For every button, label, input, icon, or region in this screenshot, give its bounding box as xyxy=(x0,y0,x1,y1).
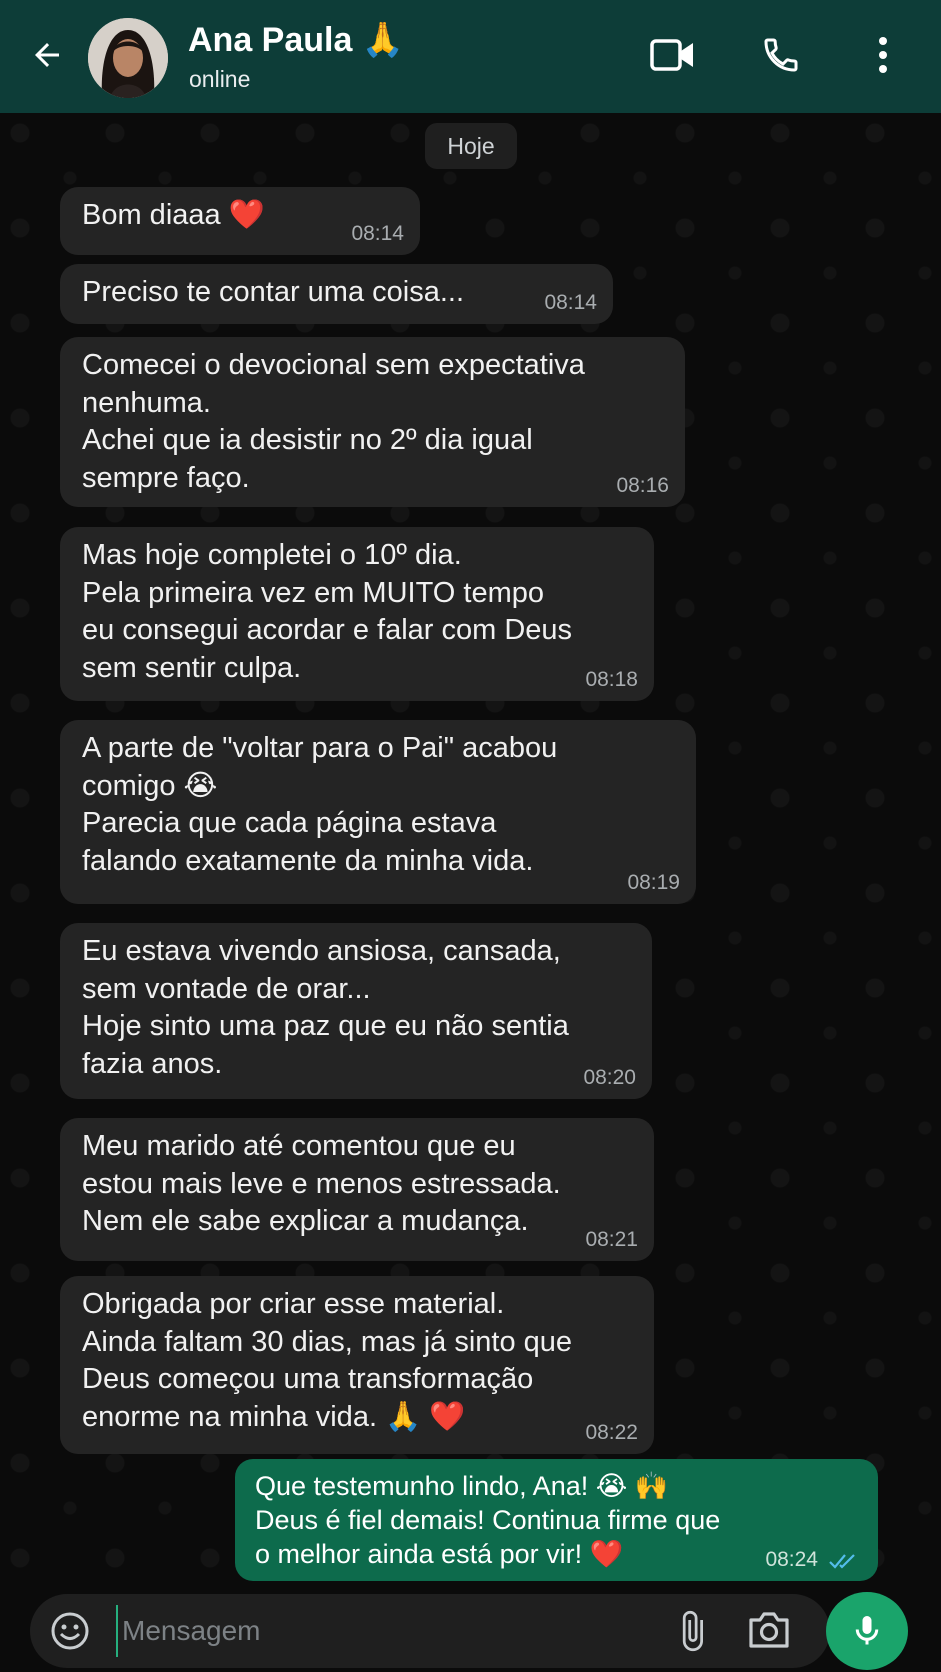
praying-hands-emoji: 🙏 xyxy=(361,20,405,60)
voice-call-button[interactable] xyxy=(756,30,806,80)
video-call-button[interactable] xyxy=(648,30,698,80)
message-input[interactable] xyxy=(116,1605,636,1657)
message-bubble-in[interactable]: Eu estava vivendo ansiosa, cansada, sem … xyxy=(60,923,652,1099)
camera-button[interactable] xyxy=(745,1608,793,1654)
message-time: 08:24 xyxy=(765,1548,818,1571)
camera-icon xyxy=(749,1612,789,1648)
message-bubble-in[interactable]: Mas hoje completei o 10º dia. Pela prime… xyxy=(60,527,654,701)
message-bubble-in[interactable]: Bom diaaa ❤️ 08:14 xyxy=(60,187,420,255)
voice-record-button[interactable] xyxy=(826,1592,908,1670)
message-time: 08:20 xyxy=(583,1066,636,1089)
message-bubble-in[interactable]: Obrigada por criar esse material. Ainda … xyxy=(60,1276,654,1454)
message-time: 08:19 xyxy=(627,871,680,894)
message-bubble-out[interactable]: Que testemunho lindo, Ana! 😭 🙌 Deus é fi… xyxy=(235,1459,878,1581)
message-bubble-in[interactable]: Comecei o devocional sem expectativa nen… xyxy=(60,337,685,507)
message-composer xyxy=(30,1594,830,1668)
message-list[interactable]: Hoje Bom diaaa ❤️ 08:14 Preciso te conta… xyxy=(0,113,941,1590)
message-text: Obrigada por criar esse material. Ainda … xyxy=(82,1288,573,1433)
more-vert-icon xyxy=(879,37,887,73)
avatar-photo xyxy=(88,18,168,98)
composer-bar xyxy=(0,1590,941,1672)
message-text: Eu estava vivendo ansiosa, cansada, sem … xyxy=(82,935,569,1080)
message-text: Meu marido até comentou que eu estou mai… xyxy=(82,1130,561,1237)
contact-name[interactable]: Ana Paula 🙏 xyxy=(188,20,404,60)
arrow-left-icon xyxy=(35,43,59,67)
mic-icon xyxy=(855,1616,879,1645)
phone-icon xyxy=(764,38,798,72)
more-options-button[interactable] xyxy=(858,30,908,80)
video-call-icon xyxy=(650,39,693,71)
message-bubble-in[interactable]: A parte de "voltar para o Pai" acabou co… xyxy=(60,720,696,904)
message-text: Preciso te contar uma coisa... xyxy=(82,276,464,308)
read-receipt-icon xyxy=(829,1554,855,1569)
back-button[interactable] xyxy=(26,34,68,76)
emoji-icon xyxy=(51,1612,89,1650)
message-text: A parte de "voltar para o Pai" acabou co… xyxy=(82,732,558,877)
avatar[interactable] xyxy=(88,18,168,98)
message-text: Mas hoje completei o 10º dia. Pela prime… xyxy=(82,539,573,684)
message-time: 08:14 xyxy=(544,291,597,314)
paperclip-icon xyxy=(682,1610,703,1652)
message-time: 08:22 xyxy=(585,1421,638,1444)
message-text: Comecei o devocional sem expectativa nen… xyxy=(82,349,585,494)
contact-status: online xyxy=(189,66,251,92)
date-separator: Hoje xyxy=(425,123,517,169)
message-bubble-in[interactable]: Preciso te contar uma coisa... 08:14 xyxy=(60,264,613,324)
chat-header: Ana Paula 🙏 online xyxy=(0,0,941,113)
contact-name-text: Ana Paula xyxy=(188,21,353,59)
attach-button[interactable] xyxy=(670,1608,714,1654)
message-time: 08:14 xyxy=(351,222,404,245)
emoji-button[interactable] xyxy=(50,1611,90,1651)
message-time: 08:16 xyxy=(616,474,669,497)
message-time: 08:18 xyxy=(585,668,638,691)
message-time: 08:21 xyxy=(585,1228,638,1251)
message-bubble-in[interactable]: Meu marido até comentou que eu estou mai… xyxy=(60,1118,654,1261)
